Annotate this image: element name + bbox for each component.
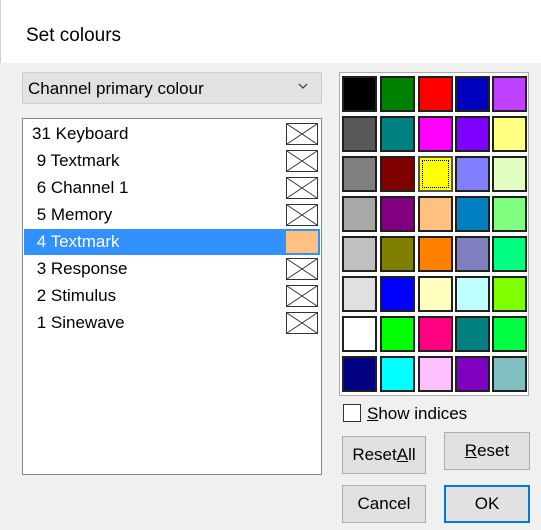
list-item[interactable]: 2 Stimulus: [24, 283, 320, 309]
palette-colour-cell[interactable]: [455, 116, 490, 152]
palette-colour-cell[interactable]: [380, 356, 415, 392]
show-indices-label: Show indices: [367, 404, 468, 423]
palette-colour-cell[interactable]: [492, 236, 527, 272]
palette-colour-cell[interactable]: [455, 276, 490, 312]
palette-colour-cell[interactable]: [380, 196, 415, 232]
palette-colour-cell[interactable]: [380, 316, 415, 352]
channel-list[interactable]: 31 Keyboard 9 Textmark 6 Channel 1 5 Mem…: [22, 118, 322, 475]
no-colour-icon: [286, 177, 318, 199]
palette-colour-cell[interactable]: [492, 316, 527, 352]
channel-label: 4 Textmark: [32, 232, 120, 251]
palette-colour-cell[interactable]: [455, 196, 490, 232]
reset-button[interactable]: Reset: [444, 432, 530, 470]
palette-colour-cell[interactable]: [418, 316, 453, 352]
palette-colour-cell[interactable]: [342, 76, 377, 112]
palette-colour-cell[interactable]: [455, 236, 490, 272]
cancel-button[interactable]: Cancel: [342, 485, 426, 523]
palette-colour-cell[interactable]: [492, 116, 527, 152]
palette-colour-cell[interactable]: [418, 156, 453, 192]
palette-colour-cell[interactable]: [342, 116, 377, 152]
no-colour-icon: [286, 312, 318, 334]
palette-colour-cell[interactable]: [418, 356, 453, 392]
palette-colour-cell[interactable]: [342, 236, 377, 272]
palette-colour-cell[interactable]: [380, 156, 415, 192]
chevron-down-icon: [298, 83, 308, 89]
list-item[interactable]: 9 Textmark: [24, 148, 320, 174]
palette-colour-cell[interactable]: [455, 156, 490, 192]
channel-label: 5 Memory: [32, 205, 113, 224]
palette-colour-cell[interactable]: [418, 236, 453, 272]
channel-label: 1 Sinewave: [32, 313, 125, 332]
palette-colour-cell[interactable]: [455, 76, 490, 112]
list-item[interactable]: 4 Textmark: [24, 229, 320, 255]
palette-colour-cell[interactable]: [380, 276, 415, 312]
palette-colour-cell[interactable]: [418, 76, 453, 112]
palette-colour-cell[interactable]: [455, 356, 490, 392]
no-colour-icon: [286, 150, 318, 172]
list-item[interactable]: 3 Response: [24, 256, 320, 282]
dropdown-value: Channel primary colour: [28, 79, 204, 98]
palette-colour-cell[interactable]: [380, 236, 415, 272]
no-colour-icon: [286, 285, 318, 307]
show-indices-checkbox[interactable]: [343, 404, 361, 422]
channel-label: 9 Textmark: [32, 151, 120, 170]
reset-all-button[interactable]: Reset All: [342, 436, 426, 474]
palette-colour-cell[interactable]: [380, 76, 415, 112]
palette-colour-cell[interactable]: [342, 356, 377, 392]
palette-colour-cell[interactable]: [342, 316, 377, 352]
dialog-title: Set colours: [26, 25, 122, 46]
palette-colour-cell[interactable]: [492, 356, 527, 392]
channel-label: 2 Stimulus: [32, 286, 117, 305]
no-colour-icon: [286, 204, 318, 226]
palette-colour-cell[interactable]: [342, 196, 377, 232]
palette-colour-cell[interactable]: [418, 116, 453, 152]
list-item[interactable]: 5 Memory: [24, 202, 320, 228]
colour-palette: [339, 72, 529, 396]
list-item[interactable]: 1 Sinewave: [24, 310, 320, 336]
colour-target-dropdown[interactable]: Channel primary colour: [22, 72, 322, 104]
palette-colour-cell[interactable]: [342, 276, 377, 312]
channel-label: 31 Keyboard: [32, 124, 129, 143]
channel-label: 3 Response: [32, 259, 128, 278]
palette-colour-cell[interactable]: [380, 116, 415, 152]
palette-colour-cell[interactable]: [492, 76, 527, 112]
palette-colour-cell[interactable]: [455, 316, 490, 352]
dialog-titlebar: Set colours: [0, 0, 541, 63]
list-item[interactable]: 31 Keyboard: [24, 121, 320, 147]
list-item[interactable]: 6 Channel 1: [24, 175, 320, 201]
palette-colour-cell[interactable]: [492, 196, 527, 232]
palette-colour-cell[interactable]: [418, 276, 453, 312]
palette-colour-cell[interactable]: [492, 276, 527, 312]
palette-colour-cell[interactable]: [342, 156, 377, 192]
palette-colour-cell[interactable]: [492, 156, 527, 192]
ok-button[interactable]: OK: [444, 485, 530, 523]
no-colour-icon: [286, 258, 318, 280]
colour-swatch: [286, 231, 318, 253]
no-colour-icon: [286, 123, 318, 145]
palette-colour-cell[interactable]: [418, 196, 453, 232]
channel-label: 6 Channel 1: [32, 178, 129, 197]
